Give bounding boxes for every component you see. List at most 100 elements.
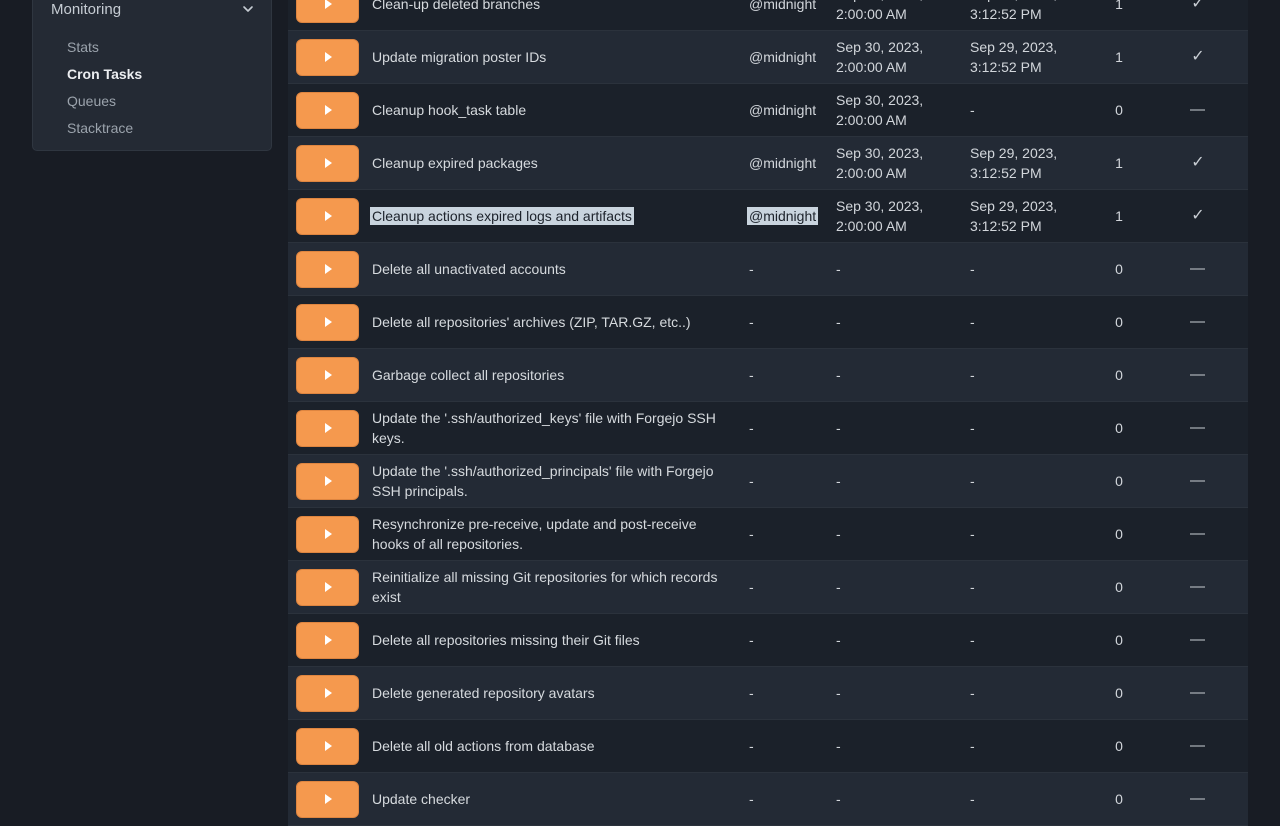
task-name-cell: Delete all repositories' archives (ZIP, … [372, 312, 749, 332]
check-icon: ✓ [1148, 47, 1248, 67]
task-next-run: - [836, 630, 970, 650]
task-last-run: - [970, 365, 1090, 385]
table-row: Cleanup hook_task table @midnight Sep 30… [288, 84, 1248, 137]
run-task-button[interactable] [296, 622, 359, 659]
sidebar-item-stacktrace[interactable]: Stacktrace [33, 114, 271, 141]
sidebar-item-stats[interactable]: Stats [33, 33, 271, 60]
play-icon [325, 741, 332, 751]
run-task-button[interactable] [296, 357, 359, 394]
task-name-cell: Cleanup expired packages [372, 153, 749, 173]
task-last-run: - [970, 630, 1090, 650]
task-name: Delete all repositories' archives (ZIP, … [372, 314, 691, 330]
run-button-cell [288, 463, 372, 500]
task-schedule: - [749, 314, 754, 330]
run-task-button[interactable] [296, 675, 359, 712]
task-next-run: - [836, 736, 970, 756]
task-schedule: - [749, 526, 754, 542]
sidebar-item-queues[interactable]: Queues [33, 87, 271, 114]
task-name-cell: Update the '.ssh/authorized_keys' file w… [372, 408, 749, 448]
task-exec-count: 0 [1090, 312, 1148, 332]
table-row: Delete generated repository avatars - - … [288, 667, 1248, 720]
run-task-button[interactable] [296, 516, 359, 553]
task-name-cell: Update checker [372, 789, 749, 809]
dash-icon: — [1148, 471, 1248, 491]
task-name: Garbage collect all repositories [372, 367, 564, 383]
dash-icon: — [1148, 789, 1248, 809]
task-schedule: @midnight [749, 155, 816, 171]
run-task-button[interactable] [296, 728, 359, 765]
sidebar-item-cron-tasks[interactable]: Cron Tasks [33, 60, 271, 87]
task-schedule: - [749, 738, 754, 754]
play-icon [325, 529, 332, 539]
task-name: Delete all old actions from database [372, 738, 595, 754]
table-row: Resynchronize pre-receive, update and po… [288, 508, 1248, 561]
task-next-run: - [836, 259, 970, 279]
play-icon [325, 476, 332, 486]
play-icon [325, 582, 332, 592]
play-icon [325, 0, 332, 9]
dash-icon: — [1148, 365, 1248, 385]
run-button-cell [288, 781, 372, 818]
task-exec-count: 0 [1090, 418, 1148, 438]
task-last-run: - [970, 524, 1090, 544]
task-schedule-cell: @midnight [749, 0, 836, 14]
dash-icon: — [1148, 630, 1248, 650]
run-task-button[interactable] [296, 781, 359, 818]
table-row: Clean-up deleted branches @midnight Sep … [288, 0, 1248, 31]
run-task-button[interactable] [296, 145, 359, 182]
run-button-cell [288, 357, 372, 394]
task-next-run: Sep 30, 2023, 2:00:00 AM [836, 37, 970, 77]
run-task-button[interactable] [296, 410, 359, 447]
run-task-button[interactable] [296, 251, 359, 288]
task-schedule-cell: - [749, 736, 836, 756]
task-name: Delete all repositories missing their Gi… [372, 632, 640, 648]
task-next-run: - [836, 524, 970, 544]
run-button-cell [288, 92, 372, 129]
check-icon: ✓ [1148, 0, 1248, 14]
run-button-cell [288, 675, 372, 712]
task-next-run: Sep 30, 2023, 2:00:00 AM [836, 143, 970, 183]
task-name-cell: Delete all old actions from database [372, 736, 749, 756]
task-name-cell: Resynchronize pre-receive, update and po… [372, 514, 749, 554]
task-schedule: - [749, 473, 754, 489]
run-button-cell [288, 410, 372, 447]
run-task-button[interactable] [296, 39, 359, 76]
task-exec-count: 0 [1090, 630, 1148, 650]
monitoring-accordion-label: Monitoring [51, 1, 241, 18]
run-task-button[interactable] [296, 198, 359, 235]
table-row: Delete all old actions from database - -… [288, 720, 1248, 773]
play-icon [325, 211, 332, 221]
task-last-run: - [970, 312, 1090, 332]
task-next-run: - [836, 418, 970, 438]
task-name: Delete all unactivated accounts [372, 261, 566, 277]
task-next-run: - [836, 471, 970, 491]
run-task-button[interactable] [296, 463, 359, 500]
play-icon [325, 105, 332, 115]
task-next-run: - [836, 683, 970, 703]
table-row: Cleanup actions expired logs and artifac… [288, 190, 1248, 243]
task-last-run: Sep 29, 2023, 3:12:52 PM [970, 196, 1090, 236]
task-schedule: @midnight [747, 207, 818, 225]
task-schedule-cell: @midnight [749, 206, 836, 226]
task-next-run: Sep 30, 2023, 2:00:00 AM [836, 0, 970, 24]
task-schedule: - [749, 685, 754, 701]
run-task-button[interactable] [296, 92, 359, 129]
run-task-button[interactable] [296, 0, 359, 23]
monitoring-accordion-header[interactable]: Monitoring [33, 0, 271, 25]
run-button-cell [288, 251, 372, 288]
table-row: Delete all repositories' archives (ZIP, … [288, 296, 1248, 349]
monitoring-sidebar: Monitoring Stats Cron Tasks Queues Stack… [32, 0, 272, 151]
run-task-button[interactable] [296, 304, 359, 341]
run-task-button[interactable] [296, 569, 359, 606]
table-row: Delete all unactivated accounts - - - 0 … [288, 243, 1248, 296]
task-schedule: - [749, 420, 754, 436]
check-icon: ✓ [1148, 206, 1248, 226]
run-button-cell [288, 728, 372, 765]
play-icon [325, 688, 332, 698]
task-schedule-cell: - [749, 418, 836, 438]
task-schedule: @midnight [749, 102, 816, 118]
task-name: Update the '.ssh/authorized_keys' file w… [372, 410, 716, 446]
run-button-cell [288, 516, 372, 553]
task-name: Delete generated repository avatars [372, 685, 595, 701]
task-name-cell: Update the '.ssh/authorized_principals' … [372, 461, 749, 501]
